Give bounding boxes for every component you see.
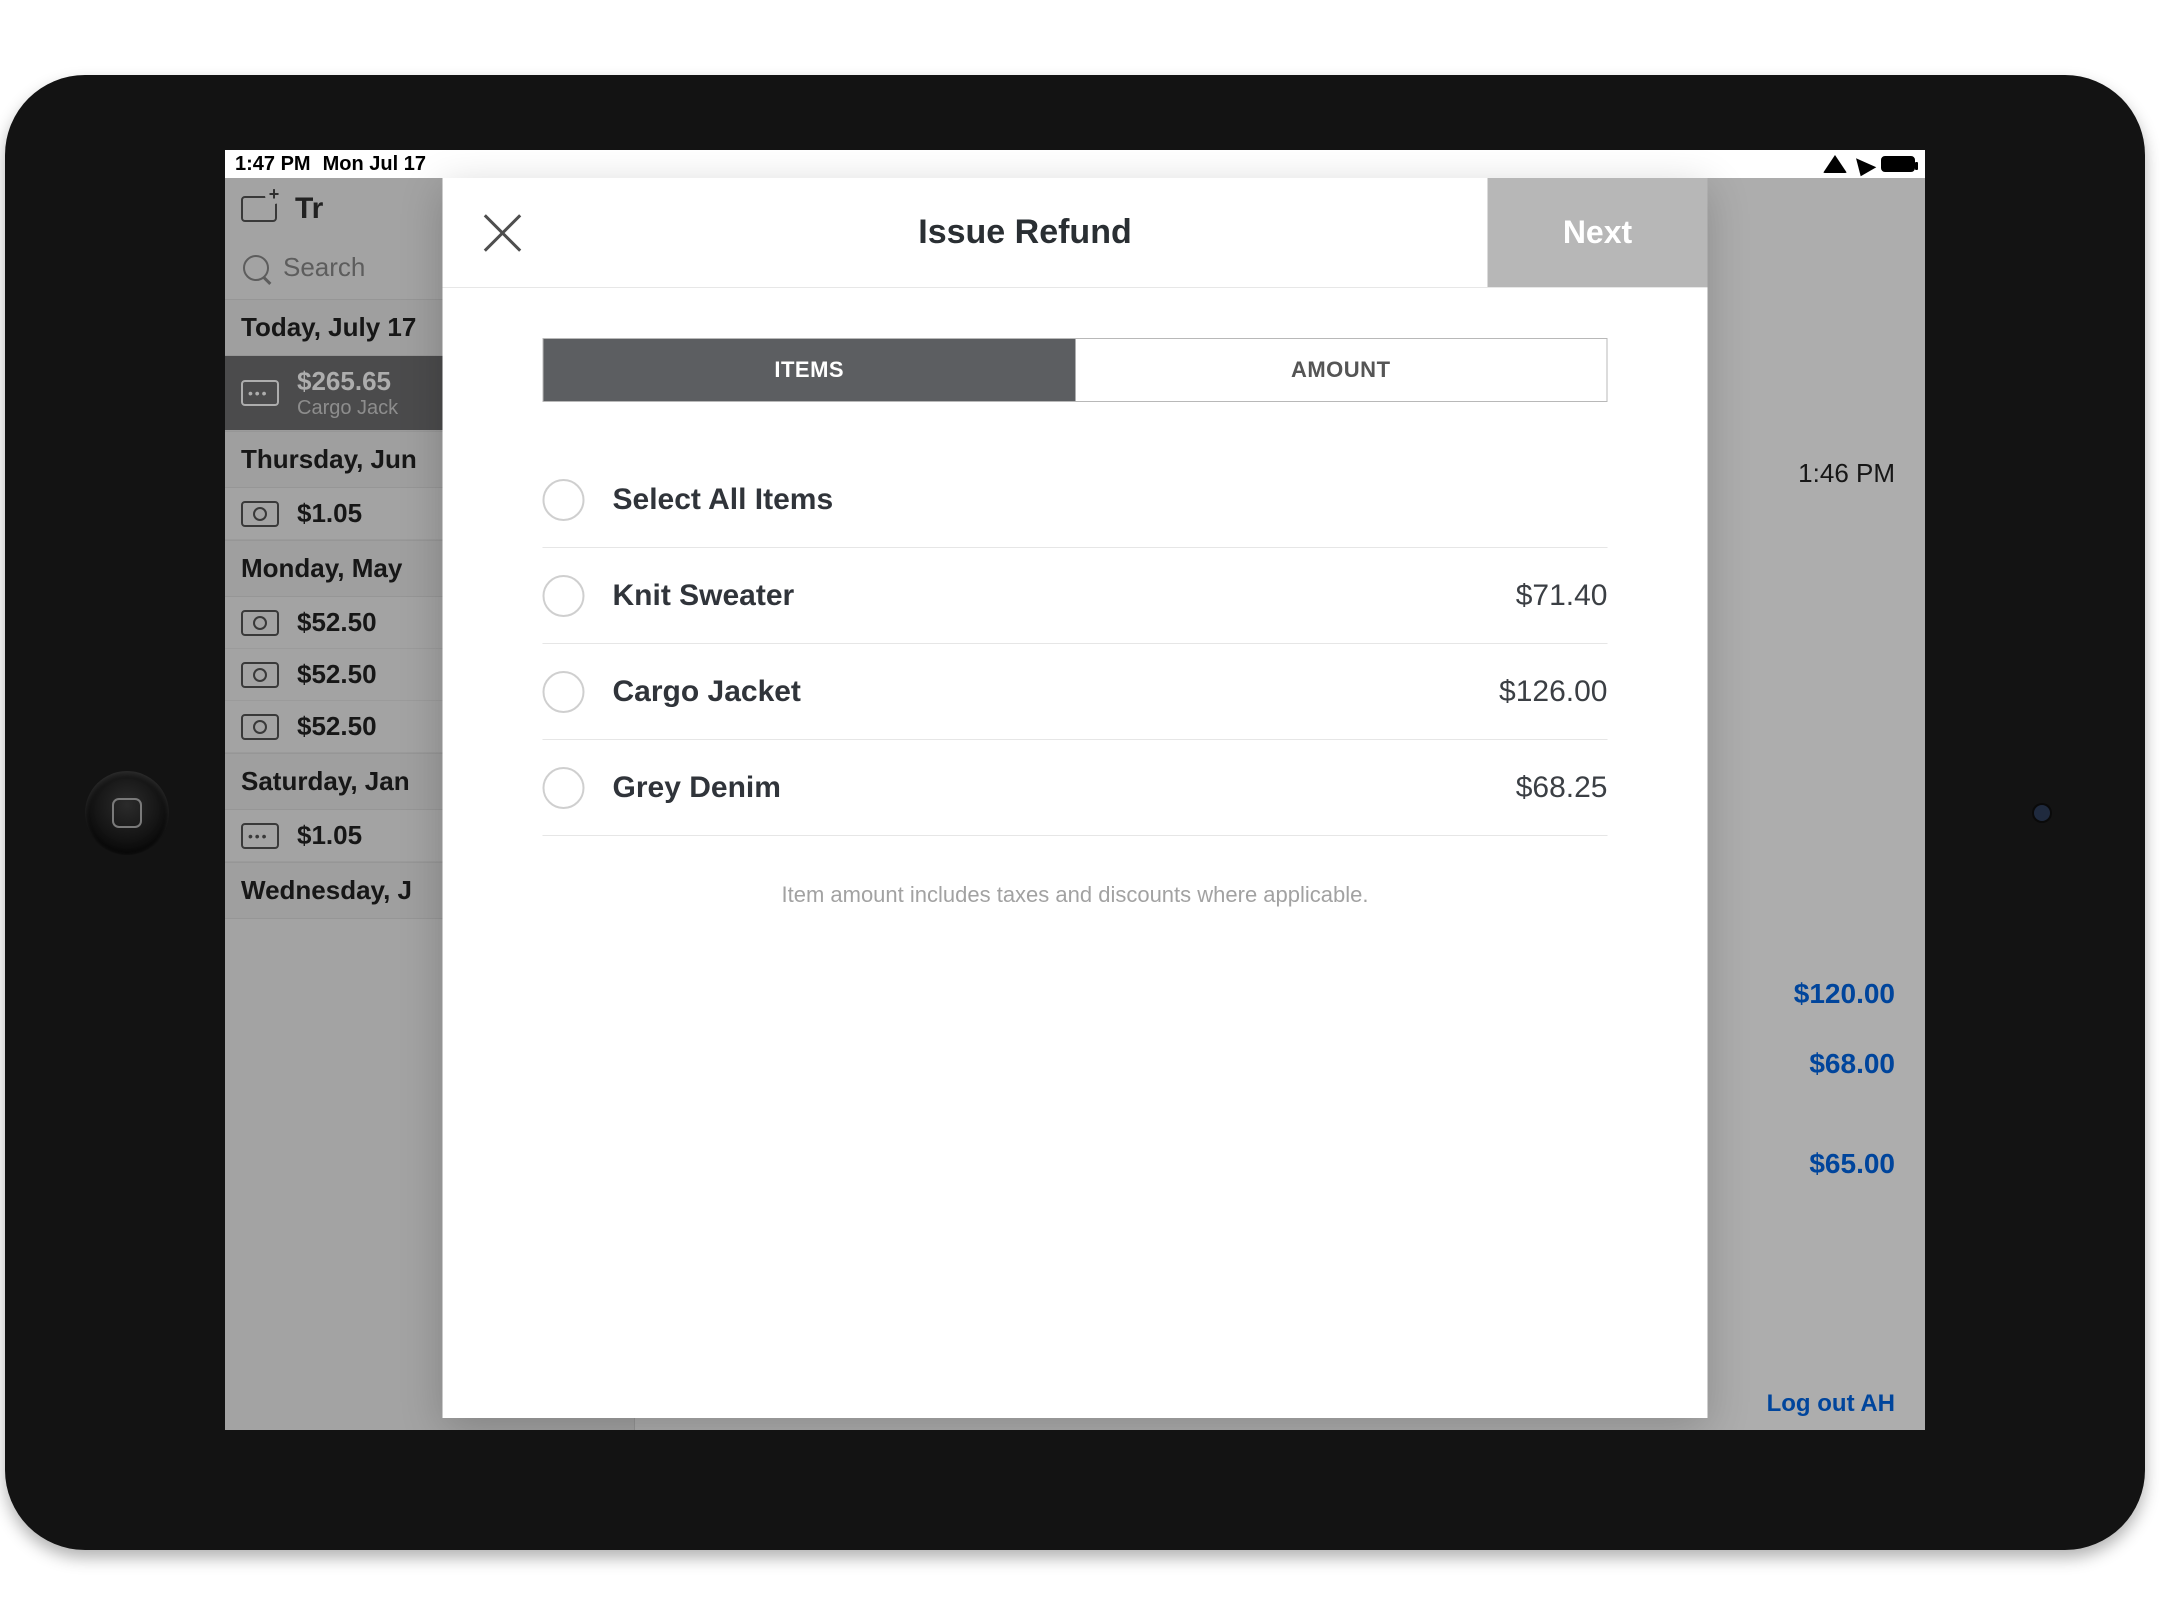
- row-label: Grey Denim: [613, 771, 1488, 805]
- radio-icon[interactable]: [543, 479, 585, 521]
- row-price: $126.00: [1499, 675, 1607, 709]
- location-icon: [1852, 152, 1877, 177]
- refund-item-list: Select All Items Knit Sweater $71.40 Car…: [543, 452, 1608, 836]
- ipad-frame: 1:47 PM Mon Jul 17 Tr Search Today: [5, 75, 2145, 1550]
- radio-icon[interactable]: [543, 671, 585, 713]
- status-time: 1:47 PM: [235, 153, 311, 176]
- status-bar: 1:47 PM Mon Jul 17: [225, 150, 1925, 178]
- camera-icon: [2034, 805, 2050, 821]
- next-button[interactable]: Next: [1488, 178, 1708, 287]
- row-label: Knit Sweater: [613, 579, 1488, 613]
- status-date: Mon Jul 17: [323, 153, 426, 176]
- modal-body: ITEMS AMOUNT Select All Items Knit Sweat…: [443, 288, 1708, 908]
- wifi-icon: [1823, 155, 1847, 173]
- refund-item-row[interactable]: Knit Sweater $71.40: [543, 548, 1608, 644]
- home-button-icon: [112, 798, 142, 828]
- close-button[interactable]: [443, 178, 563, 287]
- row-label: Cargo Jacket: [613, 675, 1472, 709]
- refund-item-row[interactable]: Cargo Jacket $126.00: [543, 644, 1608, 740]
- tab-amount[interactable]: AMOUNT: [1075, 339, 1607, 401]
- modal-header: Issue Refund Next: [443, 178, 1708, 288]
- close-icon: [481, 211, 525, 255]
- radio-icon[interactable]: [543, 767, 585, 809]
- battery-icon: [1881, 156, 1915, 172]
- refund-mode-segmented-control: ITEMS AMOUNT: [543, 338, 1608, 402]
- row-label: Select All Items: [613, 483, 1608, 517]
- row-price: $68.25: [1516, 771, 1608, 805]
- modal-title: Issue Refund: [563, 213, 1488, 252]
- refund-note: Item amount includes taxes and discounts…: [543, 882, 1608, 908]
- issue-refund-modal: Issue Refund Next ITEMS AMOUNT Select Al…: [443, 178, 1708, 1418]
- radio-icon[interactable]: [543, 575, 585, 617]
- row-price: $71.40: [1516, 579, 1608, 613]
- tab-items[interactable]: ITEMS: [544, 339, 1076, 401]
- screen: 1:47 PM Mon Jul 17 Tr Search Today: [225, 150, 1925, 1430]
- refund-item-row[interactable]: Grey Denim $68.25: [543, 740, 1608, 836]
- select-all-row[interactable]: Select All Items: [543, 452, 1608, 548]
